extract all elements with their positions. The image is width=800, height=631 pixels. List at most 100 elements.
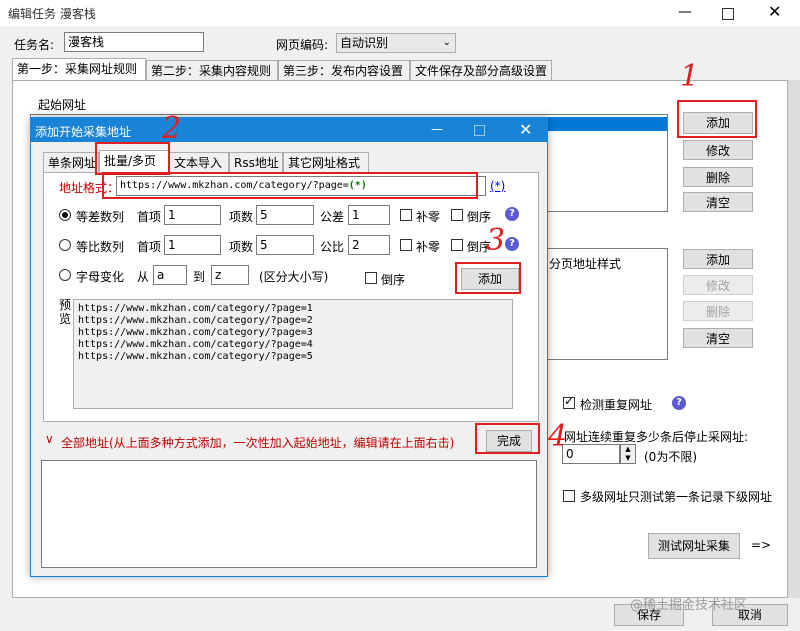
test-url-collect-button[interactable]: 测试网址采集 [648,533,740,559]
dialog-minimize-icon[interactable]: — [431,122,443,136]
task-name-input[interactable]: 漫客栈 [64,32,204,52]
main-title-bar: 编辑任务 漫客栈 — ✕ [0,0,800,26]
check-duplicate-checkbox[interactable] [563,394,575,409]
dialog-title-bar: 添加开始采集地址 — ✕ [31,118,547,142]
row3-reverse-label: 倒序 [381,273,406,287]
clear-page-style-button[interactable]: 清空 [683,328,753,348]
minimize-icon[interactable]: — [678,4,692,20]
row2-help-icon[interactable]: ? [505,237,519,251]
row1-step-input[interactable]: 1 [348,205,390,225]
delete-start-url-button[interactable]: 删除 [683,167,753,187]
tab-step2[interactable]: 第二步：采集内容规则 [146,60,278,80]
page-url-style-list[interactable]: 分页地址样式 [540,248,668,360]
preview-box: https://www.mkzhan.com/category/?page=1 … [73,299,513,409]
row3-from-input[interactable]: a [153,265,187,285]
background-app-edge [788,80,800,598]
annotation-4: 4 [548,419,568,454]
page-url-style-header: 分页地址样式 [549,257,622,271]
stop-after-duplicates-input[interactable]: 0 [562,444,620,464]
check-duplicate-label: 检测重复网址 [580,398,653,412]
row2-count-input[interactable]: 5 [256,235,314,255]
letter-change-label: 字母变化 [76,270,125,284]
tab-other-url-format[interactable]: 其它网址格式 [283,152,369,172]
tab-single-url[interactable]: 单条网址 [43,152,99,172]
highlight-addr-format [102,172,478,199]
close-icon[interactable]: ✕ [768,2,781,21]
main-tabs: 第一步：采集网址规则 第二步：采集内容规则 第三步：发布内容设置 文件保存及部分… [12,58,572,80]
tab-file-save[interactable]: 文件保存及部分高级设置 [410,60,552,80]
row1-help-icon[interactable]: ? [505,207,519,221]
stop-after-duplicates-label: 网址连续重复多少条后停止采网址: [564,430,749,444]
insert-wildcard-link[interactable]: (*) [490,179,505,193]
annotation-1: 1 [680,59,700,94]
encoding-label: 网页编码: [276,38,329,52]
row1-pad-checkbox[interactable] [400,209,412,221]
encoding-select-value: 自动识别 [340,36,389,50]
add-page-style-button[interactable]: 添加 [683,249,753,269]
case-sensitive-hint: (区分大小写) [259,270,329,284]
dialog-close-icon[interactable]: ✕ [519,120,532,139]
multi-level-checkbox[interactable] [563,490,575,502]
arithmetic-radio[interactable] [59,209,71,221]
task-name-label: 任务名: [14,38,55,52]
stepper-buttons[interactable]: ▲ ▼ [620,444,636,464]
preview-line-5: https://www.mkzhan.com/category/?page=5 [78,351,313,362]
preview-line-3: https://www.mkzhan.com/category/?page=3 [78,327,313,338]
row2-step-label: 公比 [320,240,345,254]
tab-step1[interactable]: 第一步：采集网址规则 [12,58,146,80]
preview-label: 预览 [59,298,72,326]
highlight-add-start-url [677,100,757,138]
maximize-icon[interactable] [722,8,734,20]
row3-to-input[interactable]: z [211,265,249,285]
help-icon[interactable]: ? [672,396,686,410]
highlight-batch-tab [95,142,170,175]
row2-pad-checkbox[interactable] [400,239,412,251]
geometric-label: 等比数列 [76,240,125,254]
row3-reverse-checkbox[interactable] [365,272,377,284]
letter-change-radio[interactable] [59,269,71,281]
tab-text-import[interactable]: 文本导入 [169,152,229,172]
dialog-title: 添加开始采集地址 [35,125,132,139]
geometric-radio[interactable] [59,239,71,251]
row2-reverse-checkbox[interactable] [451,239,463,251]
row1-first-input[interactable]: 1 [164,205,221,225]
row1-reverse-checkbox[interactable] [451,209,463,221]
multi-level-label: 多级网址只测试第一条记录下级网址 [580,490,773,504]
collapse-chevron-icon[interactable]: ∨ [45,432,54,446]
row2-step-input[interactable]: 2 [348,235,390,255]
tab-step3[interactable]: 第三步：发布内容设置 [278,60,410,80]
row2-first-label: 首项 [137,240,162,254]
edit-page-style-button: 修改 [683,275,753,295]
watermark: @稀土掘金技术社区 [630,598,748,613]
preview-line-1: https://www.mkzhan.com/category/?page=1 [78,303,313,314]
annotation-2: 2 [162,111,182,146]
chevron-down-icon: ⌄ [442,37,451,48]
delete-page-style-button: 删除 [683,301,753,321]
tab-rss[interactable]: Rss地址 [229,152,283,172]
start-url-section-label: 起始网址 [38,98,87,112]
edit-start-url-button[interactable]: 修改 [683,140,753,160]
encoding-select[interactable]: 自动识别 ⌄ [336,33,456,53]
main-window-title: 编辑任务 漫客栈 [8,7,96,21]
preview-line-4: https://www.mkzhan.com/category/?page=4 [78,339,313,350]
row1-count-input[interactable]: 5 [256,205,314,225]
dialog-maximize-icon[interactable] [474,125,485,136]
highlight-dialog-add [455,262,521,294]
row3-from-label: 从 [137,270,150,284]
row1-count-label: 项数 [229,210,254,224]
row1-first-label: 首项 [137,210,162,224]
all-addresses-label: 全部地址(从上面多种方式添加，一次性加入起始地址，编辑请在上面右击) [61,436,455,450]
preview-line-2: https://www.mkzhan.com/category/?page=2 [78,315,313,326]
row1-step-label: 公差 [320,210,345,224]
highlight-done [475,423,540,454]
annotation-3: 3 [486,223,506,258]
all-addresses-textarea[interactable] [41,460,537,568]
arithmetic-label: 等差数列 [76,210,125,224]
row2-first-input[interactable]: 1 [164,235,221,255]
clear-start-url-button[interactable]: 清空 [683,192,753,212]
row1-pad-label: 补零 [416,210,441,224]
row2-pad-label: 补零 [416,240,441,254]
dialog-tabs: 单条网址 批量/多页 文本导入 Rss地址 其它网址格式 [43,150,383,172]
row3-to-label: 到 [193,270,206,284]
row2-count-label: 项数 [229,240,254,254]
